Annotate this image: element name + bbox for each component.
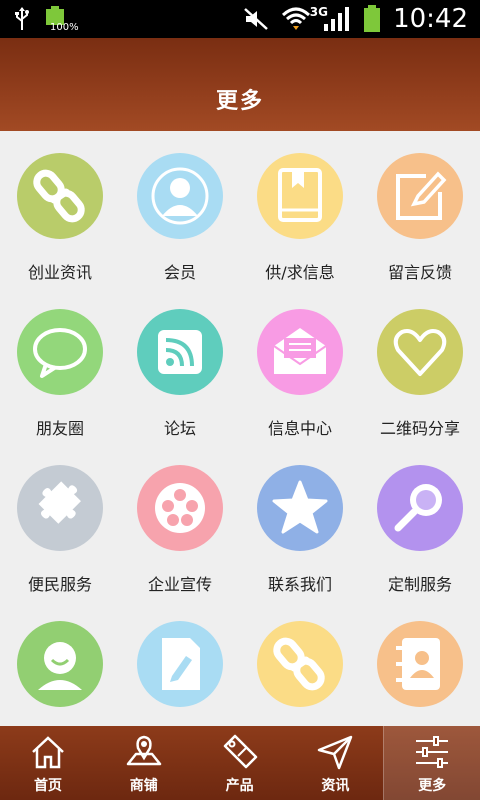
grid-item-label: 信息中心 (267, 419, 332, 438)
smiley-user-icon (17, 621, 103, 707)
grid-item-custom-service[interactable]: 定制服务 (360, 443, 480, 599)
grid-item-label: 会员 (163, 263, 196, 282)
grid-item-contact-us[interactable]: 联系我们 (240, 443, 360, 599)
grid-item-label: 创业资讯 (27, 263, 92, 282)
settings-sliders-icon (416, 736, 449, 768)
grid-item-label: 便民服务 (27, 575, 92, 594)
grid-item-label: 企业宣传 (147, 575, 212, 594)
feature-grid: 创业资讯 会员 供/求信息 留言反馈 朋友圈 论坛 信息中心 二维码分享 便民服… (0, 131, 480, 726)
grid-item-label: 二维码分享 (379, 419, 460, 438)
puzzle-icon (17, 465, 103, 551)
battery-icon (364, 5, 381, 32)
clock: 10:42 (393, 4, 468, 34)
edit-icon (377, 153, 463, 239)
mail-icon (257, 309, 343, 395)
grid-item-info-center[interactable]: 信息中心 (240, 287, 360, 443)
grid-item-label: 定制服务 (387, 575, 452, 594)
grid-item-row4-1[interactable] (0, 599, 120, 726)
chat-bubble-icon (17, 309, 103, 395)
grid-item-feedback[interactable]: 留言反馈 (360, 131, 480, 287)
heart-icon (377, 309, 463, 395)
grid-item-label: 供/求信息 (265, 263, 335, 282)
nav-label: 商铺 (129, 778, 158, 794)
magnifier-icon (377, 465, 463, 551)
grid-item-row4-3[interactable] (240, 599, 360, 726)
grid-item-label: 留言反馈 (387, 263, 452, 282)
app-header: 更多 (0, 38, 480, 131)
document-pen-icon (137, 621, 223, 707)
nav-products[interactable]: 产品 (192, 726, 288, 800)
grid-item-row4-2[interactable] (120, 599, 240, 726)
film-reel-icon (137, 465, 223, 551)
grid-item-qr-share[interactable]: 二维码分享 (360, 287, 480, 443)
grid-item-forum[interactable]: 论坛 (120, 287, 240, 443)
nav-label: 资讯 (321, 778, 350, 794)
rss-icon (137, 309, 223, 395)
network-type: 3G (309, 5, 328, 19)
grid-item-row4-4[interactable] (360, 599, 480, 726)
nav-news[interactable]: 资讯 (287, 726, 383, 800)
grid-item-moments[interactable]: 朋友圈 (0, 287, 120, 443)
map-icon (126, 735, 162, 766)
send-icon (318, 735, 353, 770)
status-bar: 100% 10:42 3G (0, 0, 480, 38)
grid-item-convenience-services[interactable]: 便民服务 (0, 443, 120, 599)
grid-item-corporate-promo[interactable]: 企业宣传 (120, 443, 240, 599)
grid-item-label: 论坛 (163, 419, 196, 438)
book-icon (257, 153, 343, 239)
nav-label: 更多 (418, 778, 447, 794)
usb-icon (15, 7, 29, 30)
page-title: 更多 (215, 89, 264, 114)
nav-label: 首页 (34, 778, 62, 794)
star-icon (257, 465, 343, 551)
link-icon (257, 621, 343, 707)
grid-item-supply-demand[interactable]: 供/求信息 (240, 131, 360, 287)
grid-item-member[interactable]: 会员 (120, 131, 240, 287)
link-icon (17, 153, 103, 239)
nav-more[interactable]: 更多 (383, 726, 480, 800)
battery-percent: 100% (50, 22, 79, 33)
nav-home[interactable]: 首页 (0, 726, 96, 800)
nav-label: 产品 (225, 778, 254, 794)
contacts-book-icon (377, 621, 463, 707)
muted-sound-icon (244, 8, 268, 30)
grid-item-label: 联系我们 (267, 575, 332, 594)
wifi-icon (282, 7, 311, 30)
home-icon (32, 736, 64, 769)
grid-item-label: 朋友圈 (35, 419, 84, 438)
grid-item-entrepreneur-news[interactable]: 创业资讯 (0, 131, 120, 287)
sale-tag-icon (223, 734, 257, 769)
bottom-nav: 首页 商铺 产品 资讯 更多 (0, 726, 480, 800)
nav-shops[interactable]: 商铺 (96, 726, 192, 800)
user-icon (137, 153, 223, 239)
